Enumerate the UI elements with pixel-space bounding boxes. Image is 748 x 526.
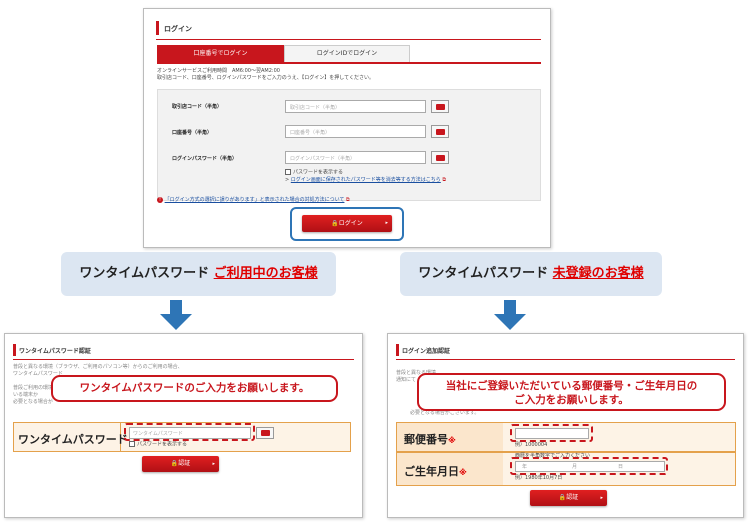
show-password-row[interactable]: パスワードを表示する — [285, 169, 343, 177]
pill-otp-user-highlight: ご利用中のお客様 — [213, 266, 318, 281]
addauth-note: 必要となる場合がございます。 — [410, 410, 480, 416]
account-number-input[interactable]: 口座番号（半角） — [285, 125, 426, 138]
otp-callout: ワンタイムパスワードのご入力をお願いします。 — [51, 375, 338, 402]
tab-login-id[interactable]: ログインIDでログイン — [284, 45, 410, 62]
error-help-row: ! 「ログイン方式の選択に誤りがあります」と表示された場合の対処方法について ⧉ — [157, 197, 350, 204]
otp-note-3: 必要となる場合が — [13, 399, 53, 405]
show-password-label: パスワードを表示する — [293, 169, 344, 176]
show-password-checkbox[interactable] — [285, 169, 291, 175]
addauth-submit-button[interactable]: 🔒認証 ▸ — [530, 490, 607, 506]
addauth-title: ログイン追加認証 — [402, 348, 451, 355]
zip-input-highlight — [510, 424, 593, 442]
login-panel: ログイン 口座番号でログイン ログインIDでログイン オンラインサービスご利用時… — [143, 8, 551, 248]
error-help-link[interactable]: 「ログイン方式の選択に誤りがあります」と表示された場合の対処方法について — [165, 197, 345, 203]
external-link-icon: ⧉ — [344, 197, 350, 203]
login-button-label: ログイン — [338, 220, 363, 227]
keyboard-icon — [436, 129, 445, 135]
birth-label-text: ご生年月日 — [404, 465, 459, 478]
login-instruction: 取引店コード、口座番号、ログインパスワードをご入力のうえ、【ログイン】を押してく… — [157, 75, 375, 81]
title-accent — [156, 21, 159, 35]
pill-otp-unregistered-prefix: ワンタイムパスワード — [418, 266, 553, 281]
title-underline — [396, 359, 735, 360]
account-keyboard-button[interactable] — [431, 125, 449, 138]
pill-otp-unregistered: ワンタイムパスワード 未登録のお客様 — [400, 252, 662, 296]
otp-text-1: 普段と異なる環境（ブラウザ、ご利用のパソコン等）からのご利用の場合、 — [13, 364, 183, 370]
title-underline — [156, 39, 541, 40]
birth-input-highlight — [510, 457, 668, 475]
zip-example: 例）1000004 — [515, 442, 548, 448]
otp-show-password-checkbox[interactable] — [129, 441, 135, 447]
addauth-callout-line-1: 当社にご登録いただいている郵便番号・ご生年月日の — [445, 380, 698, 392]
pill-otp-user: ワンタイムパスワード ご利用中のお客様 — [61, 252, 336, 296]
otp-show-password-label: パスワードを表示する — [137, 441, 188, 448]
addauth-text-2: 通知にて — [396, 377, 417, 383]
saved-password-row: > ログイン画面に保存されたパスワード等を消去等する方法はこちら ⧉ — [285, 177, 446, 184]
tab-account-number[interactable]: 口座番号でログイン — [157, 45, 284, 62]
arrow-down-icon — [160, 300, 192, 330]
branch-code-label: 取引店コード（半角） — [172, 104, 223, 110]
addauth-callout: 当社にご登録いただいている郵便番号・ご生年月日の ご入力をお願いします。 — [417, 373, 726, 411]
otp-title: ワンタイムパスワード認証 — [19, 348, 91, 355]
title-underline — [13, 359, 354, 360]
branch-keyboard-button[interactable] — [431, 100, 449, 113]
pill-otp-user-prefix: ワンタイムパスワード — [79, 266, 214, 281]
otp-panel: ワンタイムパスワード認証 普段と異なる環境（ブラウザ、ご利用のパソコン等）からの… — [4, 333, 363, 518]
birth-label: ご生年月日※ — [404, 463, 467, 479]
addauth-callout-line-2: ご入力をお願いします。 — [514, 394, 629, 406]
otp-note-1: 普段ご利用の環境 — [13, 385, 54, 391]
otp-note-2: いる端末か — [13, 392, 39, 398]
lock-icon: 🔒 — [331, 220, 339, 227]
required-mark: ※ — [459, 468, 467, 477]
alert-icon: ! — [157, 197, 163, 203]
zip-label-text: 郵便番号 — [404, 433, 448, 446]
addauth-submit-label: 認証 — [566, 494, 579, 501]
tab-bar-line — [157, 62, 541, 64]
otp-field-label: ワンタイムパスワード — [18, 433, 128, 446]
pill-otp-unregistered-highlight: 未登録のお客様 — [552, 266, 644, 281]
arrow-right-icon: ▸ — [212, 461, 215, 467]
login-password-label: ログインパスワード（半角） — [172, 156, 238, 162]
otp-submit-label: 認証 — [178, 460, 191, 467]
arrow-right-icon: ▸ — [600, 495, 603, 501]
keyboard-icon — [436, 104, 445, 110]
otp-input-highlight — [124, 423, 255, 441]
login-title: ログイン — [164, 25, 192, 33]
service-hours: オンラインサービスご利用時間 AM6:00〜翌AM2:00 — [157, 68, 280, 74]
keyboard-icon — [436, 155, 445, 161]
keyboard-icon — [261, 430, 270, 436]
login-button[interactable]: 🔒ログイン ▸ — [302, 215, 392, 232]
title-accent — [396, 344, 399, 356]
title-accent — [13, 344, 16, 356]
external-link-icon: ⧉ — [440, 177, 446, 183]
login-password-input[interactable]: ログインパスワード（半角） — [285, 151, 426, 164]
otp-keyboard-button[interactable] — [256, 427, 274, 439]
arrow-right-icon: ▸ — [385, 220, 388, 226]
saved-password-link[interactable]: ログイン画面に保存されたパスワード等を消去等する方法はこちら — [291, 177, 441, 183]
otp-submit-button[interactable]: 🔒認証 ▸ — [142, 456, 219, 472]
otp-callout-text: ワンタイムパスワードのご入力をお願いします。 — [79, 382, 310, 394]
tab-login-id-label: ログインIDでログイン — [316, 50, 378, 57]
branch-code-input[interactable]: 取引店コード（半角） — [285, 100, 426, 113]
addauth-panel: ログイン追加認証 普段と異なる環境 通知にて 必要となる場合がございます。 当社… — [387, 333, 744, 518]
zip-label: 郵便番号※ — [404, 431, 456, 447]
account-number-label: 口座番号（半角） — [172, 130, 213, 136]
tab-account-number-label: 口座番号でログイン — [193, 50, 248, 57]
birth-example: 例）1980年10月7日 — [515, 475, 563, 481]
otp-show-password-row[interactable]: パスワードを表示する — [129, 441, 187, 449]
password-keyboard-button[interactable] — [431, 151, 449, 164]
required-mark: ※ — [448, 436, 456, 445]
arrow-down-icon — [494, 300, 526, 330]
